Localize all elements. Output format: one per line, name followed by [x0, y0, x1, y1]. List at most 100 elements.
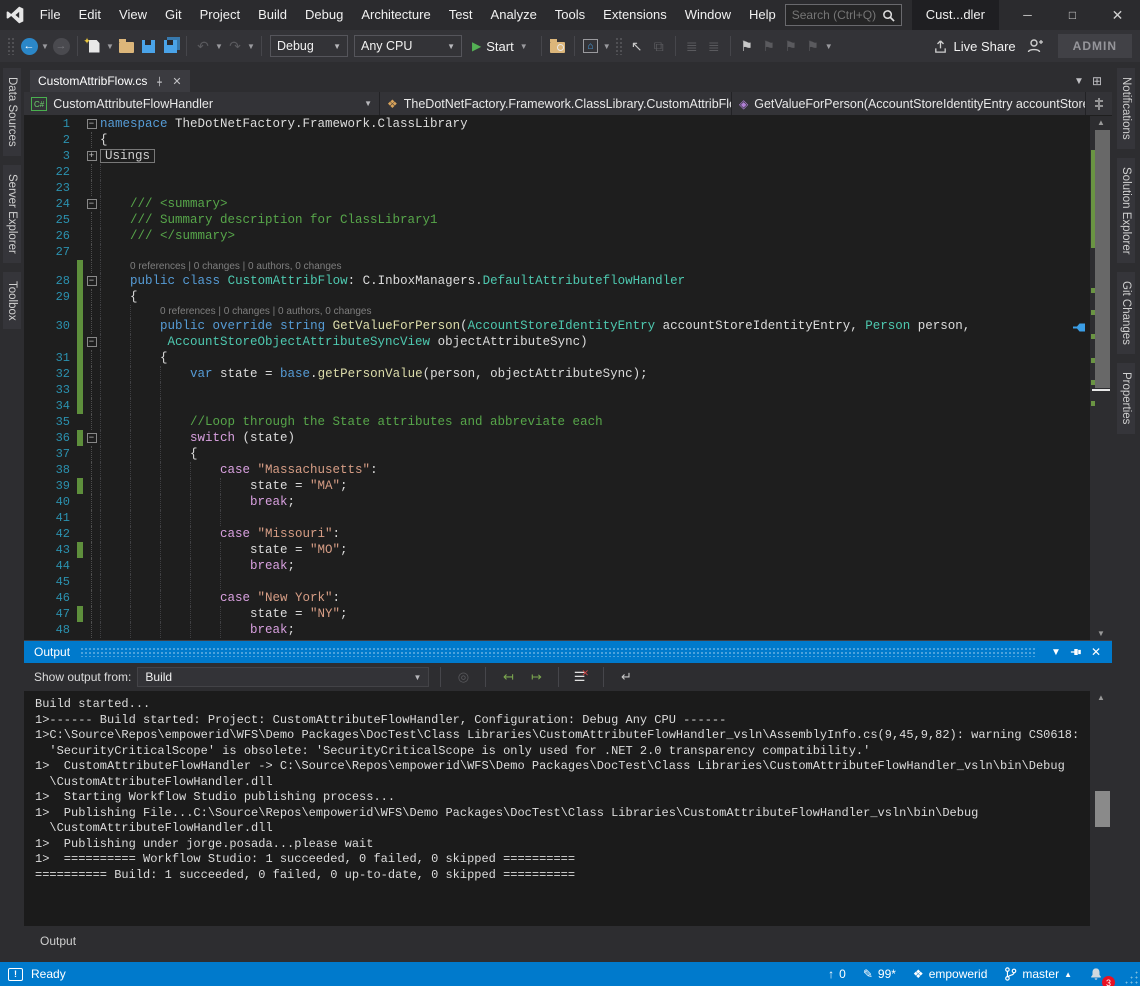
save-all-icon[interactable]	[159, 34, 181, 58]
menu-tools[interactable]: Tools	[546, 0, 594, 30]
menu-file[interactable]: File	[31, 0, 70, 30]
toolbar-drag-grip[interactable]	[615, 37, 623, 55]
output-scrollbar[interactable]: ▲	[1090, 691, 1112, 926]
output-title-bar[interactable]: Output ▼ ✕	[24, 641, 1112, 663]
repository-button[interactable]: ❖ empowerid	[908, 962, 992, 986]
new-file-dropdown[interactable]: ▼	[105, 42, 115, 51]
minimize-button[interactable]: ─	[1005, 0, 1050, 30]
feedback-icon[interactable]: !	[8, 968, 23, 981]
auto-hide-pin-icon[interactable]	[1066, 643, 1086, 661]
maximize-button[interactable]: □	[1050, 0, 1095, 30]
menu-edit[interactable]: Edit	[70, 0, 110, 30]
navigate-forward-button[interactable]: →	[50, 34, 72, 58]
redo-icon[interactable]: ↷	[224, 34, 246, 58]
undo-dropdown[interactable]: ▼	[214, 42, 224, 51]
menu-window[interactable]: Window	[676, 0, 740, 30]
solution-configuration-dropdown[interactable]: Debug▼	[270, 35, 348, 57]
start-debugging-button[interactable]: ▶ Start ▼	[465, 34, 536, 58]
close-button[interactable]: ✕	[1095, 0, 1140, 30]
scroll-up-icon[interactable]: ▲	[1090, 118, 1112, 127]
menu-git[interactable]: Git	[156, 0, 191, 30]
indent-increase-icon[interactable]: ≣	[703, 34, 725, 58]
navigate-back-button[interactable]: ←	[18, 34, 40, 58]
split-editor-icon[interactable]	[1086, 92, 1112, 115]
indent-decrease-icon[interactable]: ≣	[681, 34, 703, 58]
editor-scrollbar[interactable]: ▲ ▼	[1090, 116, 1112, 640]
find-message-icon[interactable]: ◎	[452, 667, 474, 687]
undo-icon[interactable]: ↶	[192, 34, 214, 58]
menu-debug[interactable]: Debug	[296, 0, 352, 30]
pending-pushes-button[interactable]: ↑ 0	[823, 962, 851, 986]
fold-toggle-icon[interactable]: −	[87, 433, 97, 443]
copy-parent-icon[interactable]: ⧉	[648, 34, 670, 58]
output-source-dropdown[interactable]: Build▼	[137, 667, 429, 687]
pending-changes-button[interactable]: ✎ 99*	[858, 962, 901, 986]
menu-extensions[interactable]: Extensions	[594, 0, 676, 30]
side-tab-solution-explorer[interactable]: Solution Explorer	[1117, 158, 1135, 264]
branch-button[interactable]: master ▲	[999, 962, 1077, 986]
toolbar-drag-grip[interactable]	[7, 37, 15, 55]
side-tab-notifications[interactable]: Notifications	[1117, 68, 1135, 149]
search-box[interactable]	[785, 4, 902, 26]
search-input[interactable]	[792, 8, 882, 22]
menu-test[interactable]: Test	[440, 0, 482, 30]
type-dropdown[interactable]: ❖ TheDotNetFactory.Framework.ClassLibrar…	[380, 92, 732, 115]
next-message-icon[interactable]: ↦	[525, 667, 547, 687]
document-list-dropdown-icon[interactable]: ▼	[1074, 76, 1084, 87]
clear-all-icon[interactable]: ☰✕	[570, 667, 592, 687]
output-log[interactable]: Build started...1>------ Build started: …	[24, 691, 1112, 926]
word-wrap-icon[interactable]: ↵	[615, 667, 637, 687]
toggle-bookmark-icon[interactable]: ⚑	[736, 34, 758, 58]
menu-architecture[interactable]: Architecture	[352, 0, 439, 30]
fold-toggle-icon[interactable]: −	[87, 119, 97, 129]
side-tab-toolbox[interactable]: Toolbox	[3, 272, 21, 330]
menu-build[interactable]: Build	[249, 0, 296, 30]
new-file-icon[interactable]: ✦	[83, 34, 105, 58]
scroll-up-icon[interactable]: ▲	[1090, 693, 1112, 702]
clear-bookmarks-icon[interactable]: ⚑	[802, 34, 824, 58]
admin-account-button[interactable]: ADMIN	[1058, 34, 1132, 58]
navigate-back-dropdown[interactable]: ▼	[40, 42, 50, 51]
fold-toggle-icon[interactable]: +	[87, 151, 97, 161]
fold-toggle-icon[interactable]: −	[87, 199, 97, 209]
project-dropdown[interactable]: C# CustomAttributeFlowHandler▼	[24, 92, 380, 115]
fold-toggle-icon[interactable]: −	[87, 276, 97, 286]
menu-analyze[interactable]: Analyze	[482, 0, 546, 30]
scrollbar-thumb[interactable]	[1095, 791, 1110, 827]
side-tab-git-changes[interactable]: Git Changes	[1117, 272, 1135, 354]
save-icon[interactable]	[137, 34, 159, 58]
side-tab-data-sources[interactable]: Data Sources	[3, 68, 21, 156]
output-tool-tab[interactable]: Output	[34, 932, 82, 950]
notifications-button[interactable]: 3	[1084, 962, 1108, 986]
find-in-files-icon[interactable]	[547, 34, 569, 58]
editor-tab[interactable]: CustomAttribFlow.cs ✕	[30, 70, 190, 92]
next-bookmark-icon[interactable]: ⚑	[780, 34, 802, 58]
preview-in-browser-icon[interactable]: ⌂	[580, 34, 602, 58]
account-icon[interactable]	[1026, 38, 1044, 54]
side-tab-properties[interactable]: Properties	[1117, 363, 1135, 433]
code-editor[interactable]: 1−namespace TheDotNetFactory.Framework.C…	[24, 116, 1112, 640]
menu-view[interactable]: View	[110, 0, 156, 30]
close-tab-icon[interactable]: ✕	[172, 75, 181, 88]
pin-icon[interactable]	[154, 76, 165, 87]
scrollbar-thumb[interactable]	[1095, 130, 1110, 388]
fold-toggle-icon[interactable]: −	[87, 337, 97, 347]
previous-message-icon[interactable]: ↤	[497, 667, 519, 687]
side-tab-server-explorer[interactable]: Server Explorer	[3, 165, 21, 263]
close-panel-icon[interactable]: ✕	[1086, 643, 1106, 661]
selection-pointer-icon[interactable]: ↖	[626, 34, 648, 58]
tab-options-icon[interactable]: ⊞	[1092, 74, 1102, 88]
quick-actions-icon[interactable]	[1072, 320, 1086, 338]
browser-dropdown[interactable]: ▼	[602, 42, 612, 51]
live-share-button[interactable]: Live Share	[927, 39, 1022, 54]
menu-help[interactable]: Help	[740, 0, 785, 30]
menu-project[interactable]: Project	[191, 0, 249, 30]
member-dropdown[interactable]: ◈ GetValueForPerson(AccountStoreIdentity…	[732, 92, 1086, 115]
solution-platform-dropdown[interactable]: Any CPU▼	[354, 35, 462, 57]
panel-drag-texture[interactable]	[80, 647, 1036, 657]
bookmarks-dropdown[interactable]: ▼	[824, 42, 834, 51]
open-file-icon[interactable]	[115, 34, 137, 58]
redo-dropdown[interactable]: ▼	[246, 42, 256, 51]
previous-bookmark-icon[interactable]: ⚑	[758, 34, 780, 58]
scroll-down-icon[interactable]: ▼	[1090, 629, 1112, 638]
